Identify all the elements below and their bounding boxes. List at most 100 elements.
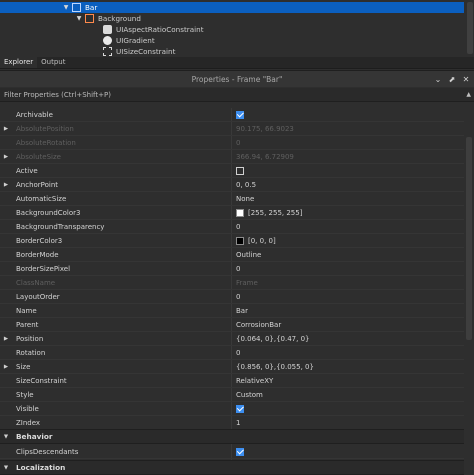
section-behavior[interactable]: ▼ Behavior bbox=[0, 429, 464, 444]
clipsdescendants-checkbox[interactable] bbox=[236, 447, 244, 456]
tree-item-label: UIAspectRatioConstraint bbox=[116, 25, 204, 34]
property-row-parent[interactable]: Parent CorrosionBar bbox=[0, 318, 464, 332]
property-row-visible[interactable]: Visible bbox=[0, 402, 464, 416]
property-row-absoluterotation[interactable]: AbsoluteRotation 0 bbox=[0, 136, 464, 150]
section-title: Localization bbox=[16, 463, 66, 472]
property-value[interactable]: 0 bbox=[236, 349, 240, 357]
tab-explorer[interactable]: Explorer bbox=[0, 56, 38, 68]
chevron-down-icon[interactable]: ▼ bbox=[62, 4, 70, 11]
active-checkbox[interactable] bbox=[236, 166, 244, 175]
property-row-zindex[interactable]: ZIndex 1 bbox=[0, 416, 464, 430]
property-name: AnchorPoint bbox=[16, 180, 59, 189]
property-name: Visible bbox=[16, 404, 39, 413]
property-row-rotation[interactable]: Rotation 0 bbox=[0, 346, 464, 360]
frame-icon bbox=[72, 3, 81, 12]
property-name: LayoutOrder bbox=[16, 292, 60, 301]
property-value: Frame bbox=[236, 278, 258, 287]
property-value[interactable]: None bbox=[236, 195, 254, 203]
property-value: 90.175, 66.9023 bbox=[236, 124, 294, 133]
property-name: ClipsDescendants bbox=[16, 447, 79, 456]
property-value[interactable]: Outline bbox=[236, 251, 261, 259]
property-row-layoutorder[interactable]: LayoutOrder 0 bbox=[0, 290, 464, 304]
property-name: BackgroundTransparency bbox=[16, 222, 105, 231]
property-name: BorderMode bbox=[16, 250, 59, 259]
property-name: SizeConstraint bbox=[16, 376, 67, 385]
property-name: Rotation bbox=[16, 348, 46, 357]
property-row-backgroundcolor3[interactable]: BackgroundColor3 [255, 255, 255] bbox=[0, 206, 464, 220]
property-row-clipsdescendants[interactable]: ClipsDescendants bbox=[0, 445, 464, 459]
chevron-right-icon[interactable]: ▶ bbox=[0, 154, 12, 160]
collapse-icon[interactable]: ⌄ bbox=[433, 74, 443, 84]
properties-scrollbar[interactable] bbox=[466, 137, 472, 340]
property-row-absolutesize[interactable]: ▶ AbsoluteSize 366.94, 6.72909 bbox=[0, 150, 464, 164]
tab-output[interactable]: Output bbox=[37, 56, 69, 68]
property-value[interactable]: CorrosionBar bbox=[236, 321, 281, 329]
property-name: AbsoluteRotation bbox=[16, 138, 76, 147]
property-row-bordermode[interactable]: BorderMode Outline bbox=[0, 248, 464, 262]
property-row-size[interactable]: ▶ Size {0.856, 0},{0.055, 0} bbox=[0, 360, 464, 374]
property-row-active[interactable]: Active bbox=[0, 164, 464, 178]
chevron-down-icon[interactable]: ▼ bbox=[75, 15, 83, 22]
archivable-checkbox[interactable] bbox=[236, 110, 244, 119]
property-row-archivable[interactable]: Archivable bbox=[0, 108, 464, 122]
section-title: Behavior bbox=[16, 432, 53, 441]
property-value[interactable]: [0, 0, 0] bbox=[248, 237, 276, 245]
close-icon[interactable]: ✕ bbox=[461, 74, 471, 84]
section-localization[interactable]: ▼ Localization bbox=[0, 460, 464, 475]
tree-item-label: UIGradient bbox=[116, 36, 155, 45]
chevron-right-icon[interactable]: ▶ bbox=[0, 364, 12, 370]
explorer-scrollbar[interactable] bbox=[467, 2, 473, 54]
property-row-automaticsize[interactable]: AutomaticSize None bbox=[0, 192, 464, 206]
property-row-name[interactable]: Name Bar bbox=[0, 304, 464, 318]
property-value[interactable]: 1 bbox=[236, 419, 240, 427]
property-value[interactable]: 0, 0.5 bbox=[236, 181, 256, 189]
frame-icon bbox=[85, 14, 94, 23]
tree-item-uigradient[interactable]: UIGradient bbox=[0, 35, 464, 46]
property-row-position[interactable]: ▶ Position {0.064, 0},{0.47, 0} bbox=[0, 332, 464, 346]
property-value: 0 bbox=[236, 138, 241, 147]
color-swatch[interactable] bbox=[236, 236, 244, 245]
property-value[interactable]: Bar bbox=[236, 307, 248, 315]
property-row-bordercolor3[interactable]: BorderColor3 [0, 0, 0] bbox=[0, 234, 464, 248]
property-row-anchorpoint[interactable]: ▶ AnchorPoint 0, 0.5 bbox=[0, 178, 464, 192]
chevron-right-icon[interactable]: ▶ bbox=[0, 126, 12, 132]
property-value[interactable]: RelativeXY bbox=[236, 377, 273, 385]
chevron-right-icon[interactable]: ▶ bbox=[0, 336, 12, 342]
color-swatch[interactable] bbox=[236, 208, 244, 217]
tree-item-uiaspectratioconstraint[interactable]: UIAspectRatioConstraint bbox=[0, 24, 464, 35]
tree-item-uisizeconstraint[interactable]: UISizeConstraint bbox=[0, 46, 464, 57]
property-value[interactable]: [255, 255, 255] bbox=[248, 209, 302, 217]
tree-item-background[interactable]: ▼ Background bbox=[0, 13, 464, 24]
chevron-right-icon[interactable]: ▶ bbox=[0, 182, 12, 188]
property-row-style[interactable]: Style Custom bbox=[0, 388, 464, 402]
property-value[interactable]: 0 bbox=[236, 265, 240, 273]
property-value[interactable]: {0.064, 0},{0.47, 0} bbox=[236, 335, 309, 343]
property-value[interactable]: Custom bbox=[236, 391, 263, 399]
scroll-up-icon[interactable]: ▲ bbox=[466, 91, 471, 98]
property-value[interactable]: 0 bbox=[236, 293, 240, 301]
property-value[interactable]: {0.856, 0},{0.055, 0} bbox=[236, 363, 314, 371]
property-row-absoluteposition[interactable]: ▶ AbsolutePosition 90.175, 66.9023 bbox=[0, 122, 464, 136]
tree-item-label: Bar bbox=[85, 3, 98, 12]
explorer-panel: ▼ Bar ▼ Background UIAspectRatioConstrai… bbox=[0, 0, 474, 57]
properties-grid: Archivable ▶ AbsolutePosition 90.175, 66… bbox=[0, 108, 464, 475]
property-row-backgroundtransparency[interactable]: BackgroundTransparency 0 bbox=[0, 220, 464, 234]
property-row-sizeconstraint[interactable]: SizeConstraint RelativeXY bbox=[0, 374, 464, 388]
property-name: Size bbox=[16, 362, 31, 371]
filter-properties-input[interactable] bbox=[0, 88, 460, 101]
undock-icon[interactable]: ⬈ bbox=[447, 74, 457, 84]
property-name: BorderSizePixel bbox=[16, 264, 71, 273]
property-name: ZIndex bbox=[16, 418, 41, 427]
property-row-classname[interactable]: ClassName Frame bbox=[0, 276, 464, 290]
property-row-bordersizepixel[interactable]: BorderSizePixel 0 bbox=[0, 262, 464, 276]
filter-bar: ▲ bbox=[0, 88, 474, 102]
visible-checkbox[interactable] bbox=[236, 404, 244, 413]
tree-item-bar[interactable]: ▼ Bar bbox=[0, 2, 464, 13]
chevron-down-icon[interactable]: ▼ bbox=[0, 434, 12, 440]
property-name: AbsolutePosition bbox=[16, 124, 74, 133]
property-name: BorderColor3 bbox=[16, 236, 63, 245]
tree-item-label: Background bbox=[98, 14, 141, 23]
chevron-down-icon[interactable]: ▼ bbox=[0, 465, 12, 471]
property-value[interactable]: 0 bbox=[236, 223, 240, 231]
gradient-icon bbox=[103, 36, 112, 45]
